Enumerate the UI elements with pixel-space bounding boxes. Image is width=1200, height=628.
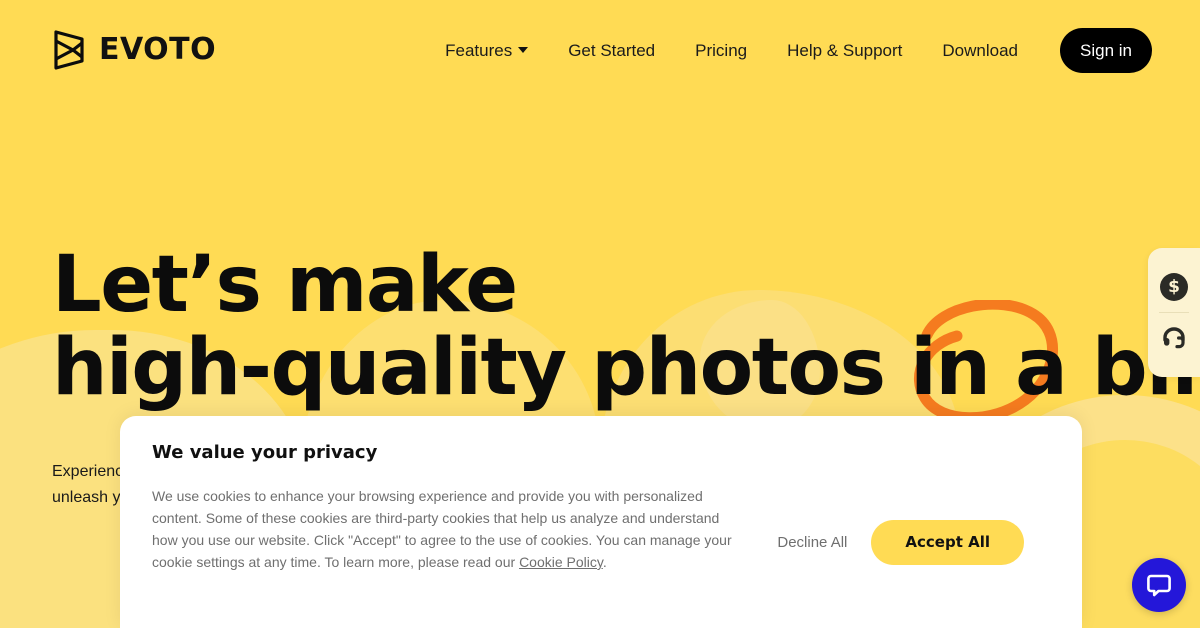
brand-logo[interactable]: EVOTO	[52, 30, 216, 70]
cookie-banner-body: We use cookies to enhance your browsing …	[152, 485, 748, 573]
headset-support-icon	[1163, 327, 1185, 349]
cookie-body-text-end: .	[602, 554, 607, 570]
cookie-body-text: We use cookies to enhance your browsing …	[152, 488, 732, 570]
floating-side-rail: $	[1148, 248, 1200, 377]
nav-item-help-support[interactable]: Help & Support	[767, 42, 922, 59]
nav-item-get-started[interactable]: Get Started	[548, 42, 675, 59]
cookie-policy-link[interactable]: Cookie Policy	[519, 554, 603, 570]
page-title: Let’s make high-quality photos in a blin…	[52, 244, 1200, 413]
evoto-mark-icon	[54, 30, 84, 70]
page-root: EVOTO Features Get Started Pricing Help …	[0, 0, 1200, 628]
brand-name: EVOTO	[99, 32, 217, 67]
cookie-text-block: We value your privacy We use cookies to …	[152, 442, 772, 573]
decline-all-button[interactable]: Decline All	[775, 528, 849, 557]
dollar-coin-icon: $	[1160, 273, 1188, 301]
sign-in-button[interactable]: Sign in	[1060, 27, 1152, 73]
nav-label: Help & Support	[787, 40, 903, 60]
chat-launcher-button[interactable]	[1132, 558, 1186, 612]
nav-item-features[interactable]: Features	[425, 42, 548, 59]
cookie-banner-title: We value your privacy	[152, 442, 378, 463]
nav-item-pricing[interactable]: Pricing	[675, 42, 767, 59]
hero-title-line2: high-quality photos in a blink	[52, 322, 1200, 413]
nav-label: Download	[942, 40, 1019, 60]
site-header: EVOTO Features Get Started Pricing Help …	[0, 0, 1200, 100]
cookie-consent-banner: We value your privacy We use cookies to …	[120, 416, 1082, 628]
nav-item-download[interactable]: Download	[922, 42, 1038, 59]
cookie-banner-actions: Decline All Accept All	[775, 520, 1050, 565]
nav-label: Features	[445, 40, 513, 60]
hero-title-line1: Let’s make	[52, 240, 518, 330]
main-navigation: Features Get Started Pricing Help & Supp…	[425, 27, 1152, 73]
nav-label: Get Started	[568, 40, 656, 60]
rail-item-pricing[interactable]: $	[1148, 262, 1200, 312]
chat-bubble-icon	[1147, 574, 1171, 597]
chevron-down-icon	[518, 47, 529, 53]
accept-all-button[interactable]: Accept All	[871, 520, 1024, 565]
rail-item-support[interactable]	[1148, 313, 1200, 363]
nav-label: Pricing	[695, 40, 748, 60]
